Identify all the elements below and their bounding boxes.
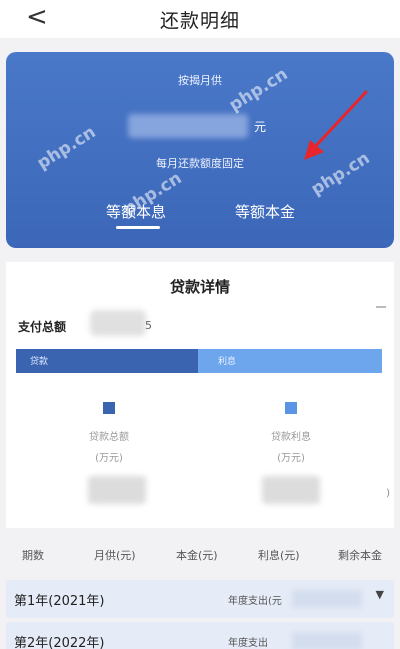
tab-equal-principal[interactable]: 等额本金 [235, 201, 295, 222]
legend-unit: (万元) [95, 453, 123, 464]
column-header: 利息(元) [258, 549, 300, 562]
page-title: 还款明细 [159, 10, 240, 32]
active-tab-indicator [116, 226, 160, 229]
legend-square-icon [103, 402, 115, 414]
legend-loan-total: 贷款总额 (万元) [64, 402, 154, 464]
row-annual-expense-label: 年度支出(元 [228, 596, 282, 607]
column-header: 本金(元) [176, 549, 218, 562]
column-header: 月供(元) [94, 549, 136, 562]
collapse-dash-icon [376, 306, 386, 308]
loan-details-section: 贷款详情 支付总额 5 贷款 利息 贷款总额 (万元) 贷款利息 (万元) ) [6, 262, 394, 528]
interest-bar-segment: 利息 [198, 349, 382, 373]
repayment-table-header: 期数 月供(元) 本金(元) 利息(元) 剩余本金 [0, 540, 400, 570]
scroll-edge-glyph: ) [386, 488, 390, 499]
total-payment-value-blurred [90, 310, 146, 336]
principal-bar-segment: 贷款 [16, 349, 198, 373]
table-row[interactable]: 第2年(2022年) 年度支出 [6, 622, 394, 649]
legend-loan-interest: 贷款利息 (万元) [246, 402, 336, 464]
column-header: 剩余本金 [338, 549, 382, 562]
legend-label: 贷款总额 [89, 432, 129, 443]
expand-caret-icon[interactable]: ▼ [376, 588, 384, 601]
section-title: 贷款详情 [169, 278, 230, 296]
column-header: 期数 [22, 549, 44, 562]
row-annual-expense-blurred [292, 632, 362, 649]
amount-unit: 元 [254, 120, 267, 134]
table-row[interactable]: 第1年(2021年) 年度支出(元 ▼ [6, 580, 394, 618]
top-bar: < 还款明细 [0, 0, 400, 38]
row-annual-expense-label: 年度支出 [228, 638, 268, 649]
total-payment-value-tail: 5 [145, 319, 152, 332]
principal-interest-bar: 贷款 利息 [16, 349, 382, 373]
row-year: 第1年(2021年) [14, 594, 105, 609]
loan-total-value-blurred [88, 476, 146, 504]
row-annual-expense-blurred [292, 590, 362, 608]
total-payment-label: 支付总额 [18, 320, 67, 334]
legend-label: 贷款利息 [271, 432, 311, 443]
monthly-payment-amount-blurred [128, 114, 248, 138]
row-year: 第2年(2022年) [14, 636, 105, 649]
legend-unit: (万元) [277, 453, 305, 464]
legend-square-icon [285, 402, 297, 414]
loan-interest-value-blurred [262, 476, 320, 504]
red-arrow-annotation-icon [304, 90, 368, 160]
